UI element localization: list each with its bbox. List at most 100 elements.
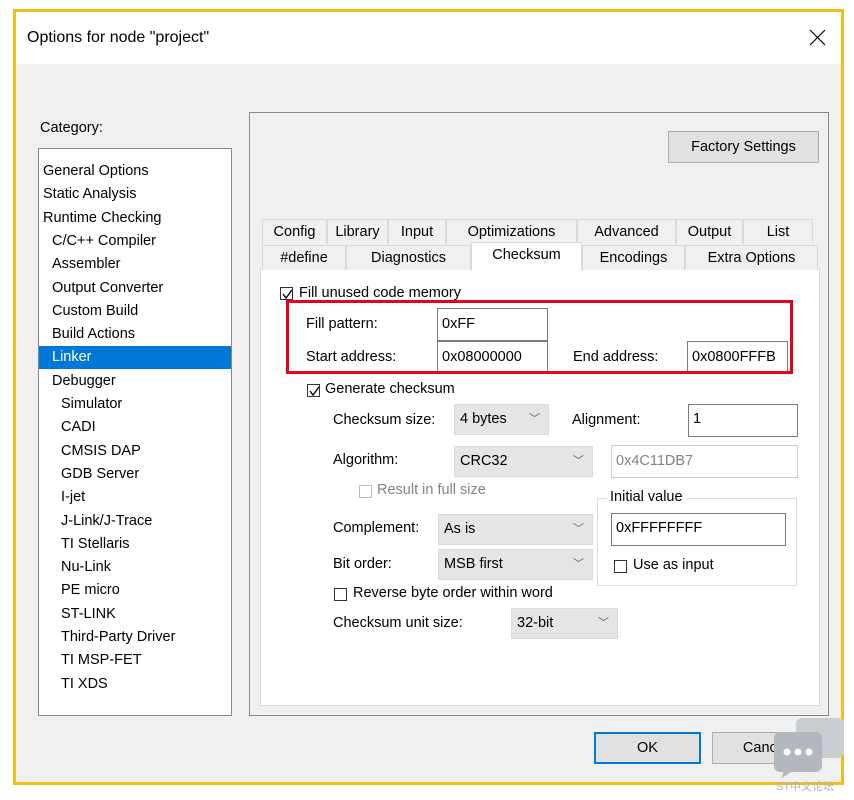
category-item[interactable]: Debugger	[39, 370, 231, 393]
category-item-label: Simulator	[61, 396, 123, 412]
category-item[interactable]: Linker	[39, 346, 231, 370]
category-item[interactable]: Output Converter	[39, 277, 231, 300]
category-item[interactable]: CMSIS DAP	[39, 440, 231, 463]
result-full-size-label: Result in full size	[377, 482, 486, 498]
category-item[interactable]: Assembler	[39, 253, 231, 276]
reverse-byte-order-label: Reverse byte order within word	[353, 585, 553, 601]
category-item[interactable]: ST-LINK	[39, 603, 231, 626]
complement-label: Complement:	[333, 520, 420, 536]
category-item[interactable]: Build Actions	[39, 323, 231, 346]
category-label: Category:	[40, 120, 103, 136]
category-item[interactable]: Runtime Checking	[39, 207, 231, 230]
category-item-label: Output Converter	[52, 279, 164, 296]
category-item[interactable]: C/C++ Compiler	[39, 230, 231, 253]
category-item-label: Custom Build	[52, 302, 139, 319]
watermark: ST中文论坛	[772, 716, 850, 796]
highlight-box	[286, 300, 793, 374]
tab-library[interactable]: Library	[327, 219, 388, 244]
category-item[interactable]: CADI	[39, 416, 231, 439]
use-as-input-label: Use as input	[633, 557, 714, 573]
category-item[interactable]: J-Link/J-Trace	[39, 510, 231, 533]
category-item-label: CMSIS DAP	[61, 442, 141, 459]
tab-encodings[interactable]: Encodings	[582, 245, 685, 270]
chevron-down-icon: ﹀	[573, 455, 584, 467]
category-item-label: ST-LINK	[61, 605, 116, 622]
category-item[interactable]: I-jet	[39, 486, 231, 509]
category-item[interactable]: TI XDS	[39, 673, 231, 696]
algorithm-label: Algorithm:	[333, 452, 399, 468]
category-item-label: Debugger	[52, 372, 116, 389]
category-item-label: TI Stellaris	[61, 535, 130, 552]
category-item[interactable]: Static Analysis	[39, 183, 231, 206]
close-icon	[809, 29, 826, 46]
category-list[interactable]: General Options Static Analysis Runtime Ch…	[38, 148, 232, 716]
bit-order-select[interactable]: MSB first ﹀	[438, 549, 593, 580]
tab-extra-options[interactable]: Extra Options	[685, 245, 818, 270]
tab-advanced[interactable]: Advanced	[577, 219, 676, 244]
tab-input[interactable]: Input	[388, 219, 446, 244]
category-item[interactable]: Simulator	[39, 393, 231, 416]
checksum-unit-size-label: Checksum unit size:	[333, 615, 463, 631]
ok-button[interactable]: OK	[594, 732, 701, 764]
category-item-label: Runtime Checking	[43, 209, 162, 226]
bit-order-label: Bit order:	[333, 556, 392, 572]
category-item-label: C/C++ Compiler	[52, 232, 156, 249]
complement-select[interactable]: As is ﹀	[438, 514, 593, 545]
tab-optimizations[interactable]: Optimizations	[446, 219, 577, 244]
window-title: Options for node "project"	[27, 29, 210, 46]
checksum-size-select[interactable]: 4 bytes ﹀	[454, 404, 549, 435]
checksum-size-label: Checksum size:	[333, 412, 436, 428]
close-button[interactable]	[795, 12, 841, 64]
checkmark-icon	[309, 386, 320, 397]
watermark-text: ST中文论坛	[776, 781, 835, 793]
initial-value-label: Initial value	[607, 489, 686, 505]
category-item[interactable]: TI Stellaris	[39, 533, 231, 556]
reverse-byte-order-checkbox[interactable]	[334, 588, 347, 601]
category-item-label: Nu-Link	[61, 559, 111, 576]
category-item[interactable]: Nu-Link	[39, 556, 231, 579]
title-bar: Options for node "project"	[16, 12, 841, 64]
tab-config[interactable]: Config	[262, 219, 327, 244]
alignment-label: Alignment:	[572, 412, 641, 428]
factory-settings-button[interactable]: Factory Settings	[668, 131, 819, 163]
use-as-input-checkbox[interactable]	[614, 560, 627, 573]
polynomial-input: 0x4C11DB7	[611, 445, 798, 478]
category-item-label: J-Link/J-Trace	[61, 512, 153, 529]
category-item[interactable]: Custom Build	[39, 300, 231, 323]
checksum-unit-size-select[interactable]: 32-bit ﹀	[511, 608, 618, 639]
tab-define[interactable]: #define	[262, 245, 346, 270]
category-item-label: Third-Party Driver	[61, 629, 176, 645]
tab-list[interactable]: List	[743, 219, 813, 244]
category-item[interactable]: General Options	[39, 160, 231, 183]
chevron-down-icon: ﹀	[573, 558, 584, 570]
checksum-unit-size-value: 32-bit	[517, 615, 554, 631]
category-item-label: I-jet	[61, 489, 86, 506]
chevron-down-icon: ﹀	[598, 617, 609, 629]
complement-value: As is	[444, 521, 476, 537]
category-item-label: TI XDS	[61, 675, 108, 692]
generate-checksum-label: Generate checksum	[325, 381, 455, 397]
category-item[interactable]: TI MSP-FET	[39, 649, 231, 672]
chevron-down-icon: ﹀	[573, 523, 584, 535]
category-item-label: GDB Server	[61, 465, 140, 482]
checkmark-icon	[282, 289, 293, 300]
fill-unused-checkbox[interactable]	[280, 287, 293, 300]
algorithm-select[interactable]: CRC32 ﹀	[454, 446, 593, 477]
chat-bubble-icon	[774, 718, 844, 778]
bit-order-value: MSB first	[444, 556, 503, 572]
generate-checksum-checkbox[interactable]	[307, 384, 320, 397]
alignment-input[interactable]: 1	[688, 404, 798, 437]
dialog-window: Options for node "project" Category: Gen…	[13, 9, 844, 785]
category-item-label: Static Analysis	[43, 186, 137, 203]
fill-unused-label: Fill unused code memory	[299, 285, 461, 301]
category-item-label: TI MSP-FET	[61, 652, 142, 669]
category-item[interactable]: Third-Party Driver	[39, 626, 231, 649]
category-item[interactable]: GDB Server	[39, 463, 231, 486]
tab-diagnostics[interactable]: Diagnostics	[346, 245, 471, 270]
tab-checksum[interactable]: Checksum	[471, 242, 582, 270]
category-item[interactable]: PE micro	[39, 579, 231, 602]
tab-output[interactable]: Output	[676, 219, 743, 244]
result-full-size-checkbox	[359, 485, 372, 498]
category-item-label: CADI	[61, 419, 96, 436]
initial-value-input[interactable]: 0xFFFFFFFF	[611, 513, 786, 546]
